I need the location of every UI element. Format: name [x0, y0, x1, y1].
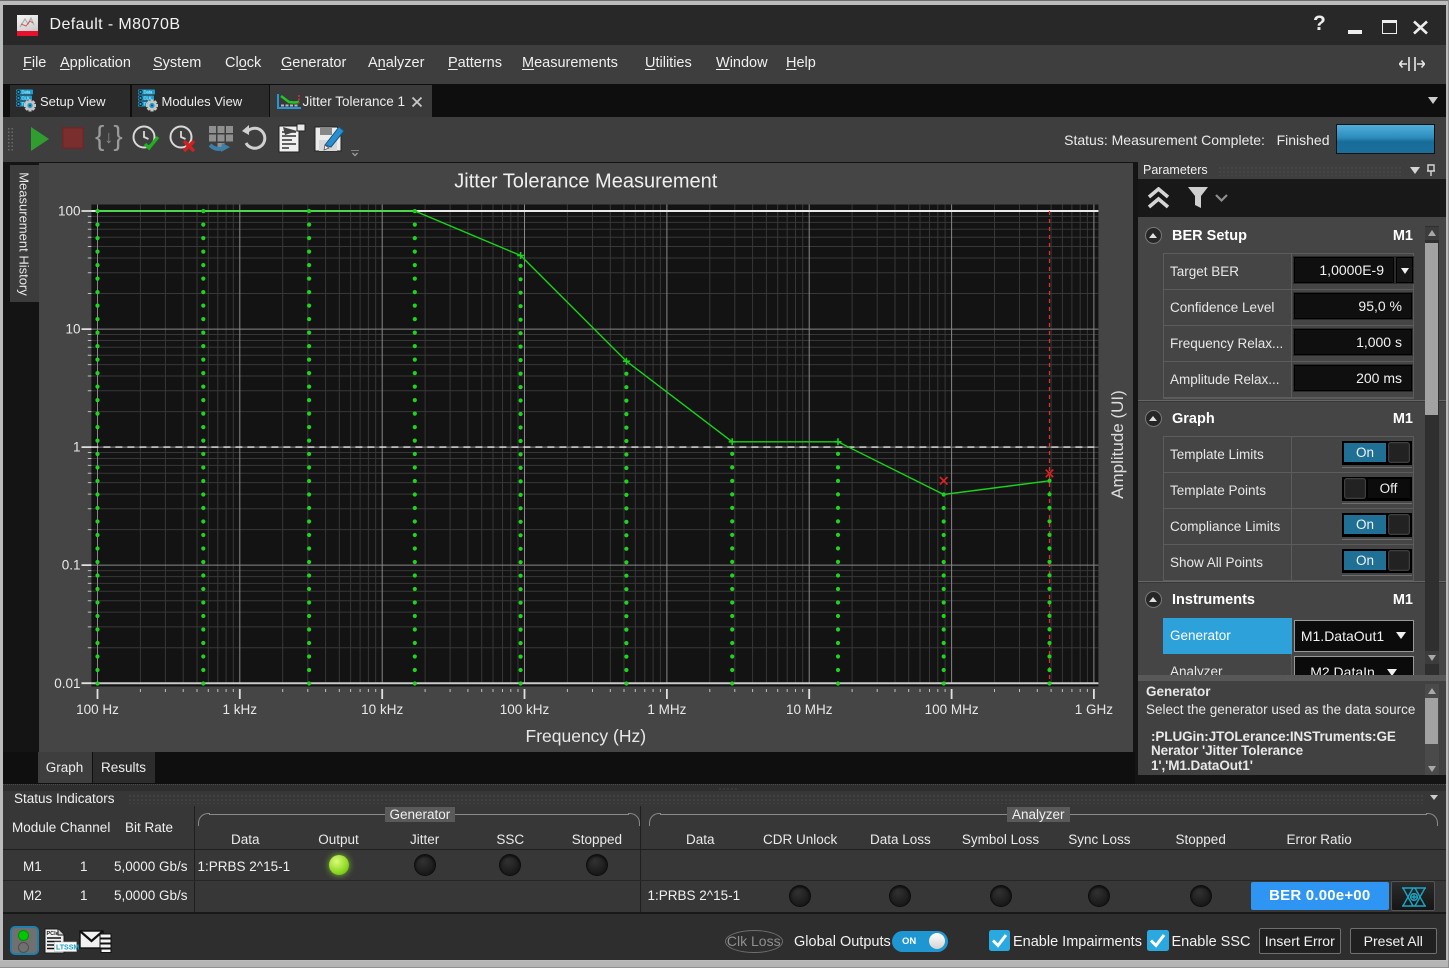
svg-text:1 GHz: 1 GHz — [1075, 702, 1114, 717]
svg-text:100 MHz: 100 MHz — [925, 702, 979, 717]
svg-text:100: 100 — [58, 203, 81, 218]
svg-text:0.01: 0.01 — [54, 675, 80, 690]
svg-text:10: 10 — [65, 321, 80, 336]
svg-text:Amplitude (UI): Amplitude (UI) — [1108, 390, 1127, 499]
svg-text:1: 1 — [73, 439, 81, 454]
svg-text:100 Hz: 100 Hz — [76, 702, 119, 717]
svg-text:0.1: 0.1 — [62, 557, 81, 572]
svg-text:1 kHz: 1 kHz — [223, 702, 258, 717]
svg-text:1 MHz: 1 MHz — [647, 702, 686, 717]
svg-text:100 kHz: 100 kHz — [500, 702, 550, 717]
svg-text:10 MHz: 10 MHz — [786, 702, 833, 717]
svg-text:PCIe: PCIe — [47, 931, 59, 937]
svg-text:10 kHz: 10 kHz — [361, 702, 403, 717]
svg-text:Frequency (Hz): Frequency (Hz) — [526, 726, 647, 746]
svg-text:Jitter Tolerance Measurement: Jitter Tolerance Measurement — [454, 170, 718, 192]
svg-text:Data: Data — [143, 89, 153, 94]
svg-text:Data: Data — [22, 89, 32, 94]
svg-text:LTSSM: LTSSM — [56, 944, 79, 951]
